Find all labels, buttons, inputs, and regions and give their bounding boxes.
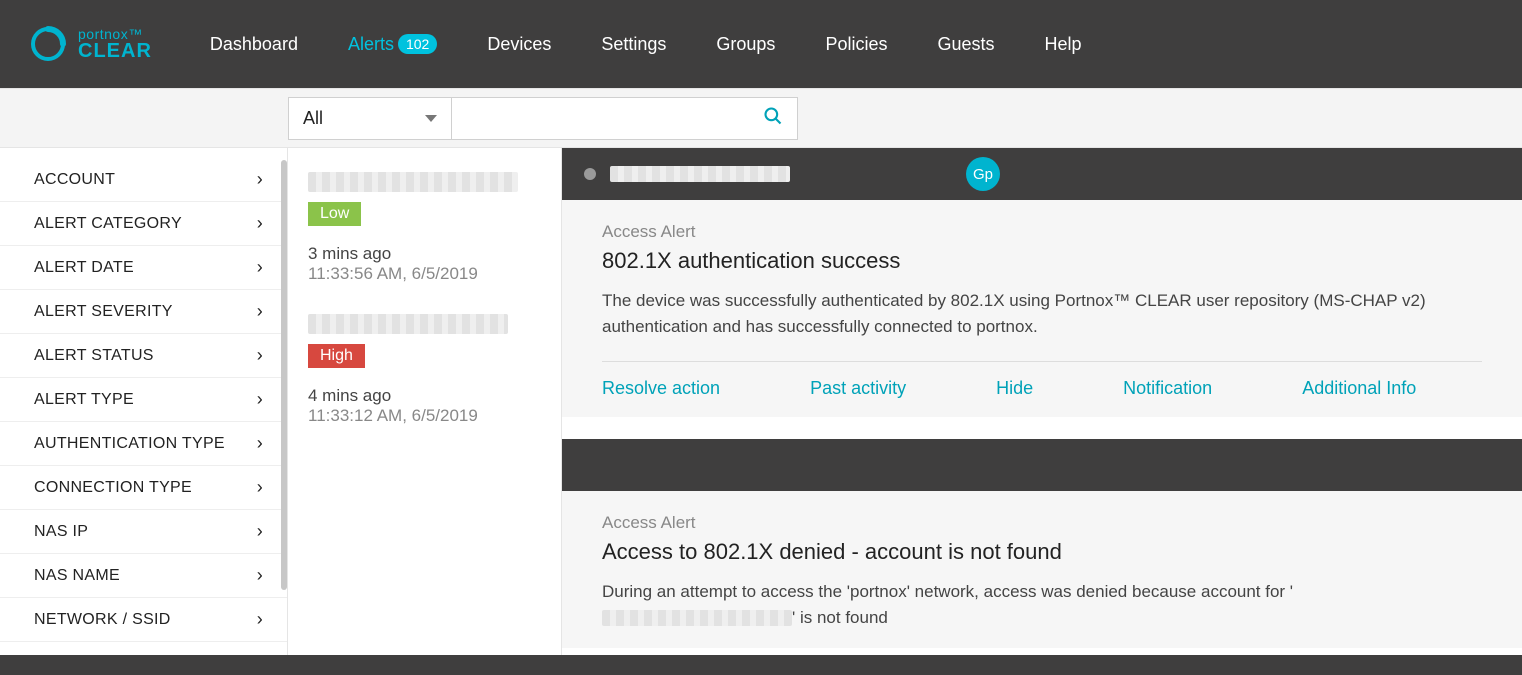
content-body: ACCOUNT › ALERT CATEGORY › ALERT DATE › ALE… [0, 148, 1522, 655]
nav-settings[interactable]: Settings [601, 34, 666, 55]
nav-groups[interactable]: Groups [716, 34, 775, 55]
alert-card: Access Alert Access to 802.1X denied - a… [562, 439, 1522, 648]
alert-timestamp: 11:33:56 AM, 6/5/2019 [308, 264, 543, 284]
sidebar-item-account[interactable]: ACCOUNT › [0, 158, 287, 202]
sidebar-item-label: ALERT STATUS [34, 347, 154, 365]
main-header: portnox™ CLEAR Dashboard Alerts 102 Devi… [0, 0, 1522, 88]
sidebar-item-label: ALERT SEVERITY [34, 303, 173, 321]
redacted-text [308, 172, 518, 192]
sidebar-item-label: NAS NAME [34, 567, 120, 585]
alert-actions: Resolve action Past activity Hide Notifi… [602, 361, 1482, 399]
alert-card: Gp Access Alert 802.1X authentication su… [562, 148, 1522, 417]
chevron-down-icon [425, 115, 437, 122]
alerts-list: Low 3 mins ago 11:33:56 AM, 6/5/2019 Hig… [288, 148, 562, 655]
logo-text: portnox™ CLEAR [78, 27, 152, 61]
redacted-text [610, 166, 790, 182]
search-input[interactable] [466, 109, 763, 127]
group-badge[interactable]: Gp [966, 157, 1000, 191]
chevron-right-icon: › [257, 609, 263, 630]
sidebar-item-nas-name[interactable]: NAS NAME › [0, 554, 287, 598]
sidebar-item-label: NAS IP [34, 523, 88, 541]
redacted-text [602, 610, 792, 626]
alerts-count-badge: 102 [398, 34, 437, 55]
chevron-right-icon: › [257, 389, 263, 410]
sidebar-item-network-ssid[interactable]: NETWORK / SSID › [0, 598, 287, 642]
alert-age: 3 mins ago [308, 244, 543, 264]
chevron-right-icon: › [257, 653, 263, 655]
sidebar-item-label: ALERT TYPE [34, 391, 134, 409]
alert-category: Access Alert [602, 513, 1482, 533]
redacted-text [308, 314, 508, 334]
filters-sidebar: ACCOUNT › ALERT CATEGORY › ALERT DATE › ALE… [0, 148, 288, 655]
alert-card-header [562, 439, 1522, 491]
nav-policies[interactable]: Policies [825, 34, 887, 55]
footer-strip [0, 655, 1522, 675]
alert-card-header: Gp [562, 148, 1522, 200]
nav-alerts-label: Alerts [348, 34, 394, 55]
brand-logo[interactable]: portnox™ CLEAR [28, 24, 152, 64]
hide-link[interactable]: Hide [996, 378, 1033, 399]
chevron-right-icon: › [257, 521, 263, 542]
alert-title: 802.1X authentication success [602, 248, 1482, 274]
sidebar-item-label: CONNECTION TYPE [34, 479, 192, 497]
alert-description: The device was successfully authenticate… [602, 288, 1482, 339]
additional-info-link[interactable]: Additional Info [1302, 378, 1416, 399]
main-nav: Dashboard Alerts 102 Devices Settings Gr… [210, 34, 1082, 55]
filter-bar: All [0, 88, 1522, 148]
severity-badge: Low [308, 202, 361, 226]
alert-desc-pre: During an attempt to access the 'portnox… [602, 582, 1293, 601]
alert-desc-post: ' is not found [792, 608, 888, 627]
chevron-right-icon: › [257, 213, 263, 234]
search-box [452, 97, 798, 140]
sidebar-item-label: ACCOUNT [34, 171, 115, 189]
sidebar-item-alert-type[interactable]: ALERT TYPE › [0, 378, 287, 422]
alert-title: Access to 802.1X denied - account is not… [602, 539, 1482, 565]
sidebar-item-label: AUTHENTICATION TYPE [34, 435, 225, 453]
alert-description: During an attempt to access the 'portnox… [602, 579, 1482, 630]
sidebar-item-authentication-type[interactable]: AUTHENTICATION TYPE › [0, 422, 287, 466]
alert-age: 4 mins ago [308, 386, 543, 406]
alert-card-body: Access Alert Access to 802.1X denied - a… [562, 491, 1522, 648]
past-activity-link[interactable]: Past activity [810, 378, 906, 399]
sidebar-item-alert-date[interactable]: ALERT DATE › [0, 246, 287, 290]
alert-list-item[interactable]: High 4 mins ago 11:33:12 AM, 6/5/2019 [308, 314, 543, 426]
brand-line1: portnox™ [78, 27, 152, 41]
sidebar-item-nas-ip[interactable]: NAS IP › [0, 510, 287, 554]
nav-alerts[interactable]: Alerts 102 [348, 34, 437, 55]
search-icon[interactable] [763, 106, 783, 131]
alert-card-body: Access Alert 802.1X authentication succe… [562, 200, 1522, 417]
chevron-right-icon: › [257, 477, 263, 498]
chevron-right-icon: › [257, 301, 263, 322]
chevron-right-icon: › [257, 169, 263, 190]
filter-dropdown[interactable]: All [288, 97, 452, 140]
sidebar-item-label: NETWORK / SSID [34, 611, 171, 629]
nav-dashboard[interactable]: Dashboard [210, 34, 298, 55]
notification-link[interactable]: Notification [1123, 378, 1212, 399]
alert-list-item[interactable]: Low 3 mins ago 11:33:56 AM, 6/5/2019 [308, 172, 543, 284]
nav-devices[interactable]: Devices [487, 34, 551, 55]
chevron-right-icon: › [257, 257, 263, 278]
alert-category: Access Alert [602, 222, 1482, 242]
alert-timestamp: 11:33:12 AM, 6/5/2019 [308, 406, 543, 426]
resolve-action-link[interactable]: Resolve action [602, 378, 720, 399]
severity-badge: High [308, 344, 365, 368]
dot-icon [584, 168, 596, 180]
nav-help[interactable]: Help [1045, 34, 1082, 55]
sidebar-item-label: ALERT DATE [34, 259, 134, 277]
sidebar-item-os[interactable]: OS › [0, 642, 287, 655]
brand-line2: CLEAR [78, 41, 152, 61]
chevron-right-icon: › [257, 345, 263, 366]
nav-guests[interactable]: Guests [937, 34, 994, 55]
sidebar-item-alert-category[interactable]: ALERT CATEGORY › [0, 202, 287, 246]
sidebar-item-connection-type[interactable]: CONNECTION TYPE › [0, 466, 287, 510]
alert-detail-panel: Gp Access Alert 802.1X authentication su… [562, 148, 1522, 655]
sidebar-item-label: ALERT CATEGORY [34, 215, 182, 233]
chevron-right-icon: › [257, 565, 263, 586]
sidebar-item-alert-severity[interactable]: ALERT SEVERITY › [0, 290, 287, 334]
filter-dropdown-value: All [303, 108, 323, 129]
chevron-right-icon: › [257, 433, 263, 454]
logo-icon [28, 24, 68, 64]
sidebar-item-label: OS [34, 655, 58, 656]
sidebar-item-alert-status[interactable]: ALERT STATUS › [0, 334, 287, 378]
